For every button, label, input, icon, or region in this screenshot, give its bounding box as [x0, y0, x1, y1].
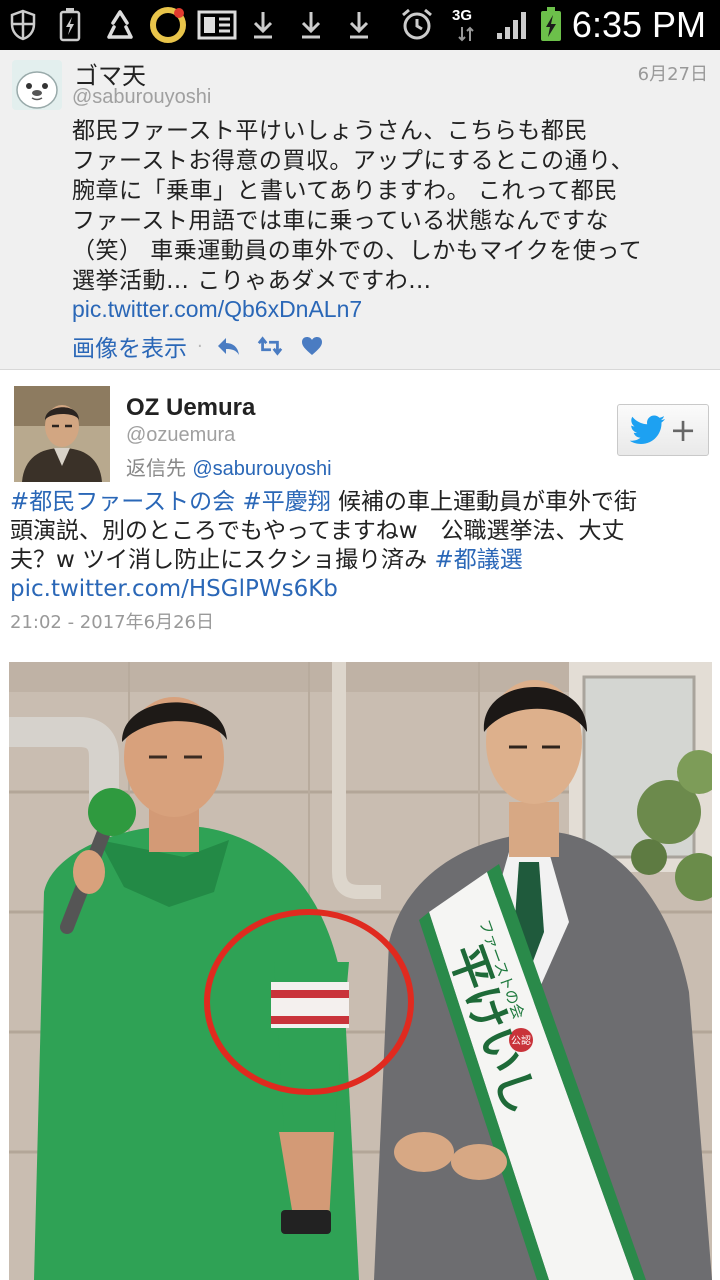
tweet-card-2[interactable]: OZ Uemura @ozuemura 返信先 @saburouyoshi + …: [0, 372, 720, 1280]
download-icon: [298, 8, 324, 42]
tweet-text-line: ファースト用語では車に乗っている状態なんですな: [72, 208, 610, 234]
tweet-text: #都民ファーストの会 #平慶翔 候補の車上運動員が車外で街 頭演説、別のところで…: [10, 488, 710, 604]
download-icon: [250, 8, 276, 42]
display-name[interactable]: OZ Uemura: [126, 394, 255, 422]
recycle-icon: [102, 8, 138, 42]
tweet-date: 6月27日: [637, 64, 708, 85]
media-link[interactable]: pic.twitter.com/HSGlPWs6Kb: [10, 576, 338, 602]
reply-to: 返信先 @saburouyoshi: [126, 452, 332, 481]
show-image-link[interactable]: 画像を表示: [72, 329, 187, 363]
hashtag-link[interactable]: #都民ファーストの会: [10, 489, 235, 515]
battery-icon: [538, 7, 564, 42]
network-type: 3G: [452, 7, 473, 24]
reply-icon[interactable]: [215, 333, 241, 359]
media-link[interactable]: pic.twitter.com/Qb6xDnALn7: [72, 296, 362, 323]
tweet-card-1[interactable]: ゴマ天 @saburouyoshi 6月27日 都民ファースト平けいしょうさん、…: [0, 50, 720, 370]
profile-photo-image: [14, 386, 110, 482]
avatar[interactable]: [14, 386, 110, 482]
seal-avatar-image: [12, 60, 62, 110]
tweet-text-line: 腕章に「乗車」と書いてありますわ。 これって都民: [72, 178, 618, 204]
retweet-icon[interactable]: [257, 333, 283, 359]
reply-to-prefix: 返信先: [126, 456, 186, 480]
signal-icon: [494, 8, 530, 42]
hashtag-link[interactable]: #都議選: [434, 547, 522, 573]
avatar[interactable]: [12, 60, 62, 110]
separator-dot: ·: [197, 335, 203, 357]
reply-to-handle[interactable]: @saburouyoshi: [192, 458, 331, 480]
clock: 6:35 PM: [571, 4, 706, 45]
tweet-text-segment: 夫？w ツイ消し防止にスクショ撮り済み: [10, 547, 435, 573]
tweet-text: 都民ファースト平けいしょうさん、こちらも都民 ファーストお得意の買収。アップにす…: [72, 116, 708, 296]
user-handle[interactable]: @ozuemura: [126, 424, 235, 447]
tweet-text-line: 選挙活動… こりゃあダメですわ…: [72, 268, 432, 294]
like-icon[interactable]: [299, 333, 325, 359]
tweet-text-segment: 頭演説、別のところでもやってますねw 公職選挙法、大丈: [10, 518, 625, 544]
tweet-timestamp: 21:02 - 2017年6月26日: [10, 612, 214, 633]
campaign-photo-image: ファーストの会 公認 平けいし: [9, 662, 712, 1280]
tweet-text-line: （笑） 車乗運動員の車外での、しかもマイクを使って: [72, 238, 643, 264]
user-handle[interactable]: @saburouyoshi: [72, 86, 211, 109]
tweet-text-segment: 候補の車上運動員が車外で街: [330, 489, 638, 515]
download-icon: [346, 8, 372, 42]
hashtag-link[interactable]: #平慶翔: [242, 489, 330, 515]
alarm-clock-icon: [398, 8, 436, 42]
status-bar: 3G 6:35 PM: [0, 0, 720, 50]
tweet-text-line: 都民ファースト平けいしょうさん、こちらも都民: [72, 118, 588, 144]
follow-plus: +: [669, 411, 697, 449]
tweet-photo[interactable]: ファーストの会 公認 平けいし: [9, 662, 712, 1280]
network-arrows-icon: [456, 24, 476, 44]
tweet-actions: 画像を表示 ·: [72, 330, 341, 362]
app-ring-icon: [148, 7, 188, 43]
news-icon: [196, 8, 238, 42]
battery-charging-icon: [58, 8, 82, 42]
tweet-text-line: ファーストお得意の買収。アップにするとこの通り、: [72, 148, 635, 174]
shield-icon: [8, 8, 38, 42]
follow-button[interactable]: +: [617, 404, 709, 456]
twitter-bird-icon: [629, 415, 665, 444]
